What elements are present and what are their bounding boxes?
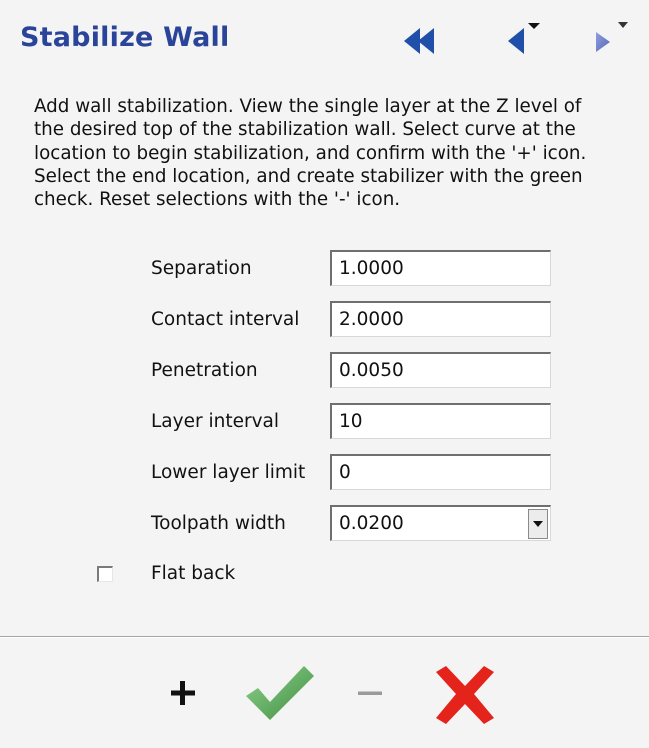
previous-step-button[interactable] bbox=[500, 22, 540, 60]
toolpath-width-value: 0.0200 bbox=[339, 513, 404, 534]
plus-icon bbox=[171, 681, 195, 705]
penetration-row: Penetration bbox=[0, 352, 649, 394]
lower-layer-limit-label: Lower layer limit bbox=[151, 462, 306, 483]
flat-back-label: Flat back bbox=[151, 563, 236, 584]
separation-input[interactable] bbox=[330, 250, 551, 286]
toolpath-width-dropdown-button[interactable] bbox=[528, 509, 548, 539]
separation-label: Separation bbox=[151, 258, 252, 279]
layer-interval-row: Layer interval bbox=[0, 403, 649, 445]
penetration-input[interactable] bbox=[330, 352, 551, 388]
flat-back-checkbox[interactable] bbox=[97, 566, 113, 582]
penetration-label: Penetration bbox=[151, 360, 258, 381]
green-check-icon bbox=[246, 666, 314, 720]
contact-interval-input[interactable] bbox=[330, 301, 551, 337]
red-x-icon bbox=[436, 666, 494, 724]
lower-layer-limit-row: Lower layer limit bbox=[0, 454, 649, 496]
layer-interval-input[interactable] bbox=[330, 403, 551, 439]
toolpath-width-row: Toolpath width 0.0200 bbox=[0, 505, 649, 547]
minus-icon bbox=[358, 691, 382, 695]
left-arrow-icon bbox=[508, 23, 540, 54]
right-arrow-icon bbox=[596, 22, 628, 52]
next-step-button[interactable] bbox=[588, 22, 632, 60]
lower-layer-limit-input[interactable] bbox=[330, 454, 551, 490]
add-selection-button[interactable] bbox=[166, 676, 200, 710]
layer-interval-label: Layer interval bbox=[151, 411, 279, 432]
contact-interval-row: Contact interval bbox=[0, 301, 649, 343]
create-stabilizer-button[interactable] bbox=[244, 662, 316, 724]
panel-title: Stabilize Wall bbox=[20, 22, 230, 53]
reset-selection-button[interactable] bbox=[356, 687, 384, 699]
cancel-button[interactable] bbox=[432, 664, 498, 726]
chevron-down-icon bbox=[533, 521, 543, 527]
contact-interval-label: Contact interval bbox=[151, 309, 300, 330]
divider-highlight bbox=[0, 637, 649, 638]
double-left-arrow-icon bbox=[404, 28, 434, 54]
toolpath-width-label: Toolpath width bbox=[151, 513, 286, 534]
toolpath-width-select[interactable]: 0.0200 bbox=[330, 505, 551, 541]
instructions-text: Add wall stabilization. View the single … bbox=[34, 96, 587, 211]
first-step-button[interactable] bbox=[400, 22, 440, 60]
separation-row: Separation bbox=[0, 250, 649, 292]
